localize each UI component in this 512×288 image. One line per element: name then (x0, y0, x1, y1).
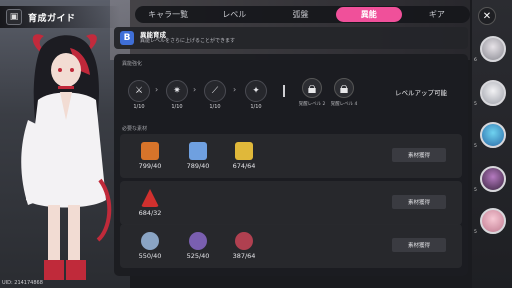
character-illustration (21, 34, 112, 280)
material-row: 684/32 素材獲得 (120, 181, 462, 225)
star-slash-icon: ✦ (252, 86, 260, 96)
tab-bar: キャラ一覧 レベル 弧盤 異能 ギア (135, 6, 470, 23)
tab-character-list[interactable]: キャラ一覧 (135, 6, 201, 23)
tab-ability[interactable]: 異能 (335, 7, 402, 22)
claw-icon: ⚔ (134, 86, 144, 96)
slash-icon: ⟋ (211, 86, 219, 96)
avatar-silver-hair[interactable] (480, 36, 506, 62)
skill-node-count: 1/10 (209, 104, 221, 110)
close-icon: ✕ (482, 10, 492, 22)
lock-node-1[interactable]: 🔒︎ (302, 78, 322, 98)
avatar-number: 5 (474, 188, 477, 193)
gold-cube-icon (235, 142, 253, 160)
lock-icon: 🔒︎ (307, 78, 317, 97)
levelup-status: レベルアップ可能 (395, 89, 447, 97)
avatar-white-hair[interactable] (480, 80, 506, 106)
chevron-right-icon: › (233, 85, 237, 94)
skill-node-count: 1/10 (133, 104, 145, 110)
material-row: 550/40 525/40 387/64 素材獲得 (120, 224, 462, 268)
orange-cube-icon (141, 142, 159, 160)
rank-badge: B (120, 31, 134, 45)
material-item[interactable]: 674/64 (228, 142, 260, 170)
obtain-material-button[interactable]: 素材獲得 (392, 148, 446, 162)
materials-label: 必要な素材 (122, 126, 148, 132)
lock-label: 覚醒レベル 4 (330, 102, 358, 107)
material-item[interactable]: 550/40 (134, 232, 166, 260)
chevron-right-icon: › (155, 85, 159, 94)
lock-node-2[interactable]: 🔒︎ (334, 78, 354, 98)
avatar-number: 6 (474, 58, 477, 63)
tab-level[interactable]: レベル (201, 6, 267, 23)
close-button[interactable]: ✕ (478, 7, 496, 25)
skill-node-1[interactable]: ⚔ (128, 80, 150, 102)
silver-orb-icon (141, 232, 159, 250)
guide-header: ▣ 育成ガイド (0, 6, 120, 28)
lock-icon: 🔒︎ (339, 78, 349, 97)
material-item[interactable]: 799/40 (134, 142, 166, 170)
obtain-material-button[interactable]: 素材獲得 (392, 238, 446, 252)
material-item[interactable]: 789/40 (182, 142, 214, 170)
page-title: 育成ガイド (28, 13, 76, 24)
material-row: 799/40 789/40 674/64 素材獲得 (120, 134, 462, 178)
tab-arc-board[interactable]: 弧盤 (267, 6, 333, 23)
burst-icon: ✷ (173, 86, 181, 96)
avatar-number: 5 (474, 230, 477, 235)
skill-node-count: 1/10 (171, 104, 183, 110)
skill-description-bar: B 異能育成 異能レベルをさらに上げることができます (114, 27, 468, 49)
red-orb-icon (235, 232, 253, 250)
obtain-material-button[interactable]: 素材獲得 (392, 195, 446, 209)
blue-cube-icon (189, 142, 207, 160)
avatar-blue-hair[interactable] (480, 122, 506, 148)
guide-book-icon: ▣ (6, 9, 22, 25)
avatar-pink-hair[interactable] (480, 208, 506, 234)
skill-subtitle: 異能レベルをさらに上げることができます (140, 37, 236, 44)
strengthen-label: 異能強化 (122, 61, 143, 67)
red-crystal-icon (141, 189, 159, 207)
skill-node-count: 1/10 (250, 104, 262, 110)
material-item[interactable]: 684/32 (134, 189, 166, 217)
chevron-right-icon: › (193, 85, 197, 94)
avatar-dark-hair[interactable] (480, 166, 506, 192)
purple-orb-icon (189, 232, 207, 250)
tab-gear[interactable]: ギア (404, 6, 470, 23)
skill-node-2[interactable]: ✷ (166, 80, 188, 102)
material-item[interactable]: 387/64 (228, 232, 260, 260)
material-item[interactable]: 525/40 (182, 232, 214, 260)
divider (283, 85, 285, 97)
skill-node-4[interactable]: ✦ (245, 80, 267, 102)
avatar-number: 5 (474, 102, 477, 107)
avatar-number: 5 (474, 144, 477, 149)
skill-node-3[interactable]: ⟋ (204, 80, 226, 102)
user-id: UID: 214174868 (2, 280, 43, 286)
